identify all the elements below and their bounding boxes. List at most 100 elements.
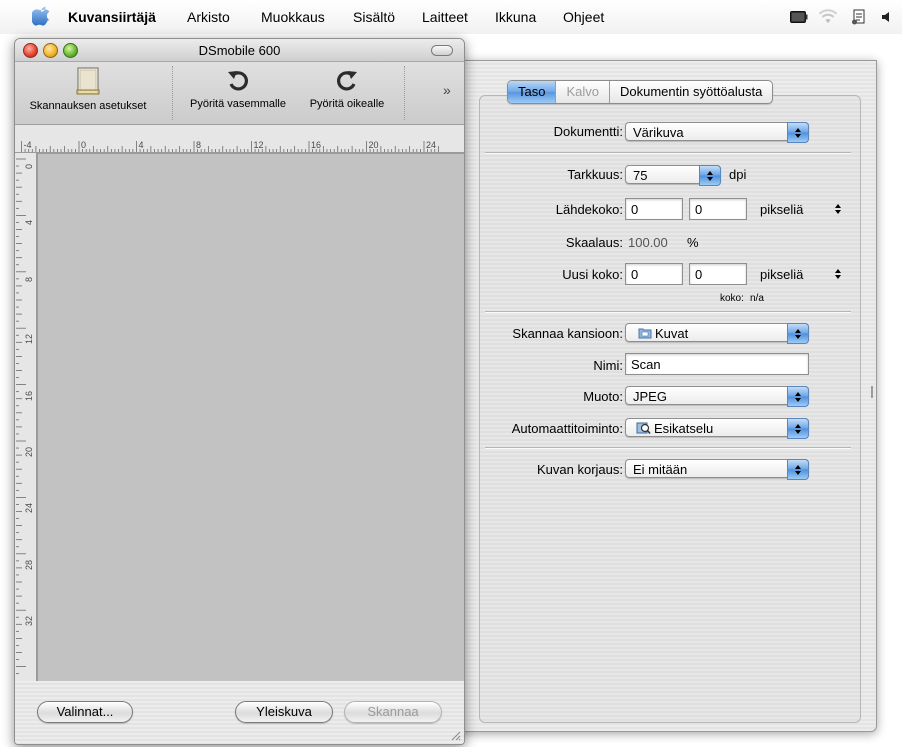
format-label: Muoto:: [583, 389, 623, 404]
preview-app-icon: [636, 422, 651, 435]
window-title: DSmobile 600: [198, 43, 281, 58]
source-height-field[interactable]: 0: [689, 198, 747, 220]
scale-unit: %: [687, 235, 699, 250]
settings-group-box: [479, 95, 861, 723]
new-height-field[interactable]: 0: [689, 263, 747, 285]
rotate-right-icon: [337, 71, 357, 91]
scale-label: Skaalaus:: [565, 235, 623, 250]
separator: [485, 447, 851, 449]
popup-arrows-icon: [787, 418, 809, 439]
scan-to-folder-label: Skannaa kansioon:: [512, 326, 623, 341]
menu-app-name[interactable]: Kuvansiirtäjä: [68, 9, 156, 25]
resize-grip-icon[interactable]: [449, 729, 461, 741]
ruler-label: 32: [24, 616, 34, 627]
resolution-value: 75: [633, 168, 648, 183]
scan-settings-label: Skannauksen asetukset: [29, 100, 147, 112]
image-correction-label: Kuvan korjaus:: [537, 462, 623, 477]
vertical-ruler: 0 4 8 12 16 20 24 28 32: [15, 153, 37, 681]
scan-settings-icon: [76, 67, 100, 95]
new-size-unit: pikseliä: [760, 267, 804, 282]
menu-muokkaus[interactable]: Muokkaus: [261, 9, 325, 25]
battery-icon[interactable]: [790, 11, 808, 23]
image-correction-popup[interactable]: Ei mitään: [625, 459, 809, 480]
ruler-label: 24: [24, 503, 34, 514]
automatic-task-label: Automaattitoiminto:: [511, 421, 623, 436]
toolbar-toggle-button[interactable]: [431, 45, 453, 56]
scale-value: 100.00: [628, 235, 668, 250]
menu-laitteet[interactable]: Laitteet: [422, 9, 468, 25]
rotate-right-button[interactable]: Pyöritä oikealle: [298, 69, 396, 110]
overview-button[interactable]: Yleiskuva: [235, 701, 333, 723]
ruler-label: 8: [24, 276, 34, 282]
ruler-label: 0: [24, 163, 34, 169]
drawer-resize-handle[interactable]: [871, 386, 873, 398]
tab-document-feeder[interactable]: Dokumentin syöttöalusta: [610, 81, 772, 103]
ruler-label: -4: [23, 140, 32, 150]
ruler-label: 16: [311, 140, 322, 150]
rotate-left-button[interactable]: Pyöritä vasemmalle: [180, 69, 296, 110]
apple-menu-icon[interactable]: [32, 6, 50, 26]
menu-sisalto[interactable]: Sisältö: [353, 9, 395, 25]
pictures-folder-icon: [638, 328, 652, 339]
rotate-left-label: Pyöritä vasemmalle: [190, 98, 286, 110]
source-tabs: Taso Kalvo Dokumentin syöttöalusta: [507, 80, 774, 104]
tab-taso[interactable]: Taso: [508, 81, 557, 103]
source-unit-stepper-icon[interactable]: [834, 202, 842, 216]
new-unit-stepper-icon[interactable]: [834, 267, 842, 281]
menu-arkisto[interactable]: Arkisto: [187, 9, 230, 25]
scan-button: Skannaa: [344, 701, 442, 723]
resolution-popup[interactable]: 75: [625, 165, 721, 186]
popup-arrows-icon: [787, 459, 809, 480]
ruler-label: 16: [24, 390, 34, 401]
format-value: JPEG: [633, 389, 667, 404]
ruler-label: 28: [24, 559, 34, 570]
toolbar-separator: [404, 66, 406, 120]
ruler-label: 24: [426, 140, 437, 150]
file-size-value: n/a: [750, 293, 764, 304]
name-field[interactable]: Scan: [625, 353, 809, 375]
document-type-value: Värikuva: [633, 125, 684, 140]
ruler-label: 8: [196, 140, 202, 150]
scan-preview-area[interactable]: [37, 153, 464, 682]
document-type-popup[interactable]: Värikuva: [625, 122, 809, 143]
menu-bar: Kuvansiirtäjä Arkisto Muokkaus Sisältö L…: [0, 0, 902, 34]
volume-icon[interactable]: [881, 11, 891, 23]
toolbar-overflow-button[interactable]: »: [443, 82, 451, 98]
scan-to-folder-popup[interactable]: Kuvat: [625, 323, 809, 344]
automatic-task-popup[interactable]: Esikatselu: [625, 418, 809, 439]
ruler-label: 0: [81, 140, 87, 150]
automatic-task-value: Esikatselu: [654, 421, 714, 436]
ruler-label: 20: [24, 446, 34, 457]
new-width-field[interactable]: 0: [625, 263, 683, 285]
popup-arrows-icon: [699, 165, 721, 186]
resolution-label: Tarkkuus:: [567, 167, 623, 182]
scan-settings-toolbar-button[interactable]: Skannauksen asetukset: [21, 66, 155, 112]
scan-to-folder-value: Kuvat: [655, 326, 689, 341]
ruler-label: 4: [24, 220, 34, 226]
window-toolbar: Skannauksen asetukset Pyöritä vasemmalle…: [15, 62, 464, 125]
menu-ikkuna[interactable]: Ikkuna: [495, 9, 536, 25]
rotate-left-icon: [228, 71, 248, 91]
ruler-label: 20: [368, 140, 379, 150]
source-size-unit: pikseliä: [760, 202, 804, 217]
document-label: Dokumentti:: [553, 124, 623, 139]
popup-arrows-icon: [787, 386, 809, 407]
file-size-label: koko:: [720, 293, 744, 304]
format-popup[interactable]: JPEG: [625, 386, 809, 407]
rotate-right-label: Pyöritä oikealle: [309, 98, 385, 110]
separator: [485, 311, 851, 313]
tab-kalvo: Kalvo: [556, 81, 610, 103]
source-width-field[interactable]: 0: [625, 198, 683, 220]
script-menu-icon[interactable]: [851, 9, 867, 25]
window-titlebar[interactable]: DSmobile 600: [15, 39, 464, 62]
separator: [485, 152, 851, 154]
ruler-label: 12: [253, 140, 264, 150]
toolbar-separator: [172, 66, 174, 120]
name-label: Nimi:: [593, 358, 623, 373]
scanner-window: DSmobile 600 Skannauksen asetukset Pyöri…: [14, 38, 465, 745]
menu-ohjeet[interactable]: Ohjeet: [563, 9, 604, 25]
options-button[interactable]: Valinnat...: [37, 701, 133, 723]
ruler-label: 4: [138, 140, 144, 150]
scan-settings-drawer: Taso Kalvo Dokumentin syöttöalusta Dokum…: [444, 60, 877, 732]
wifi-icon[interactable]: [818, 9, 838, 25]
